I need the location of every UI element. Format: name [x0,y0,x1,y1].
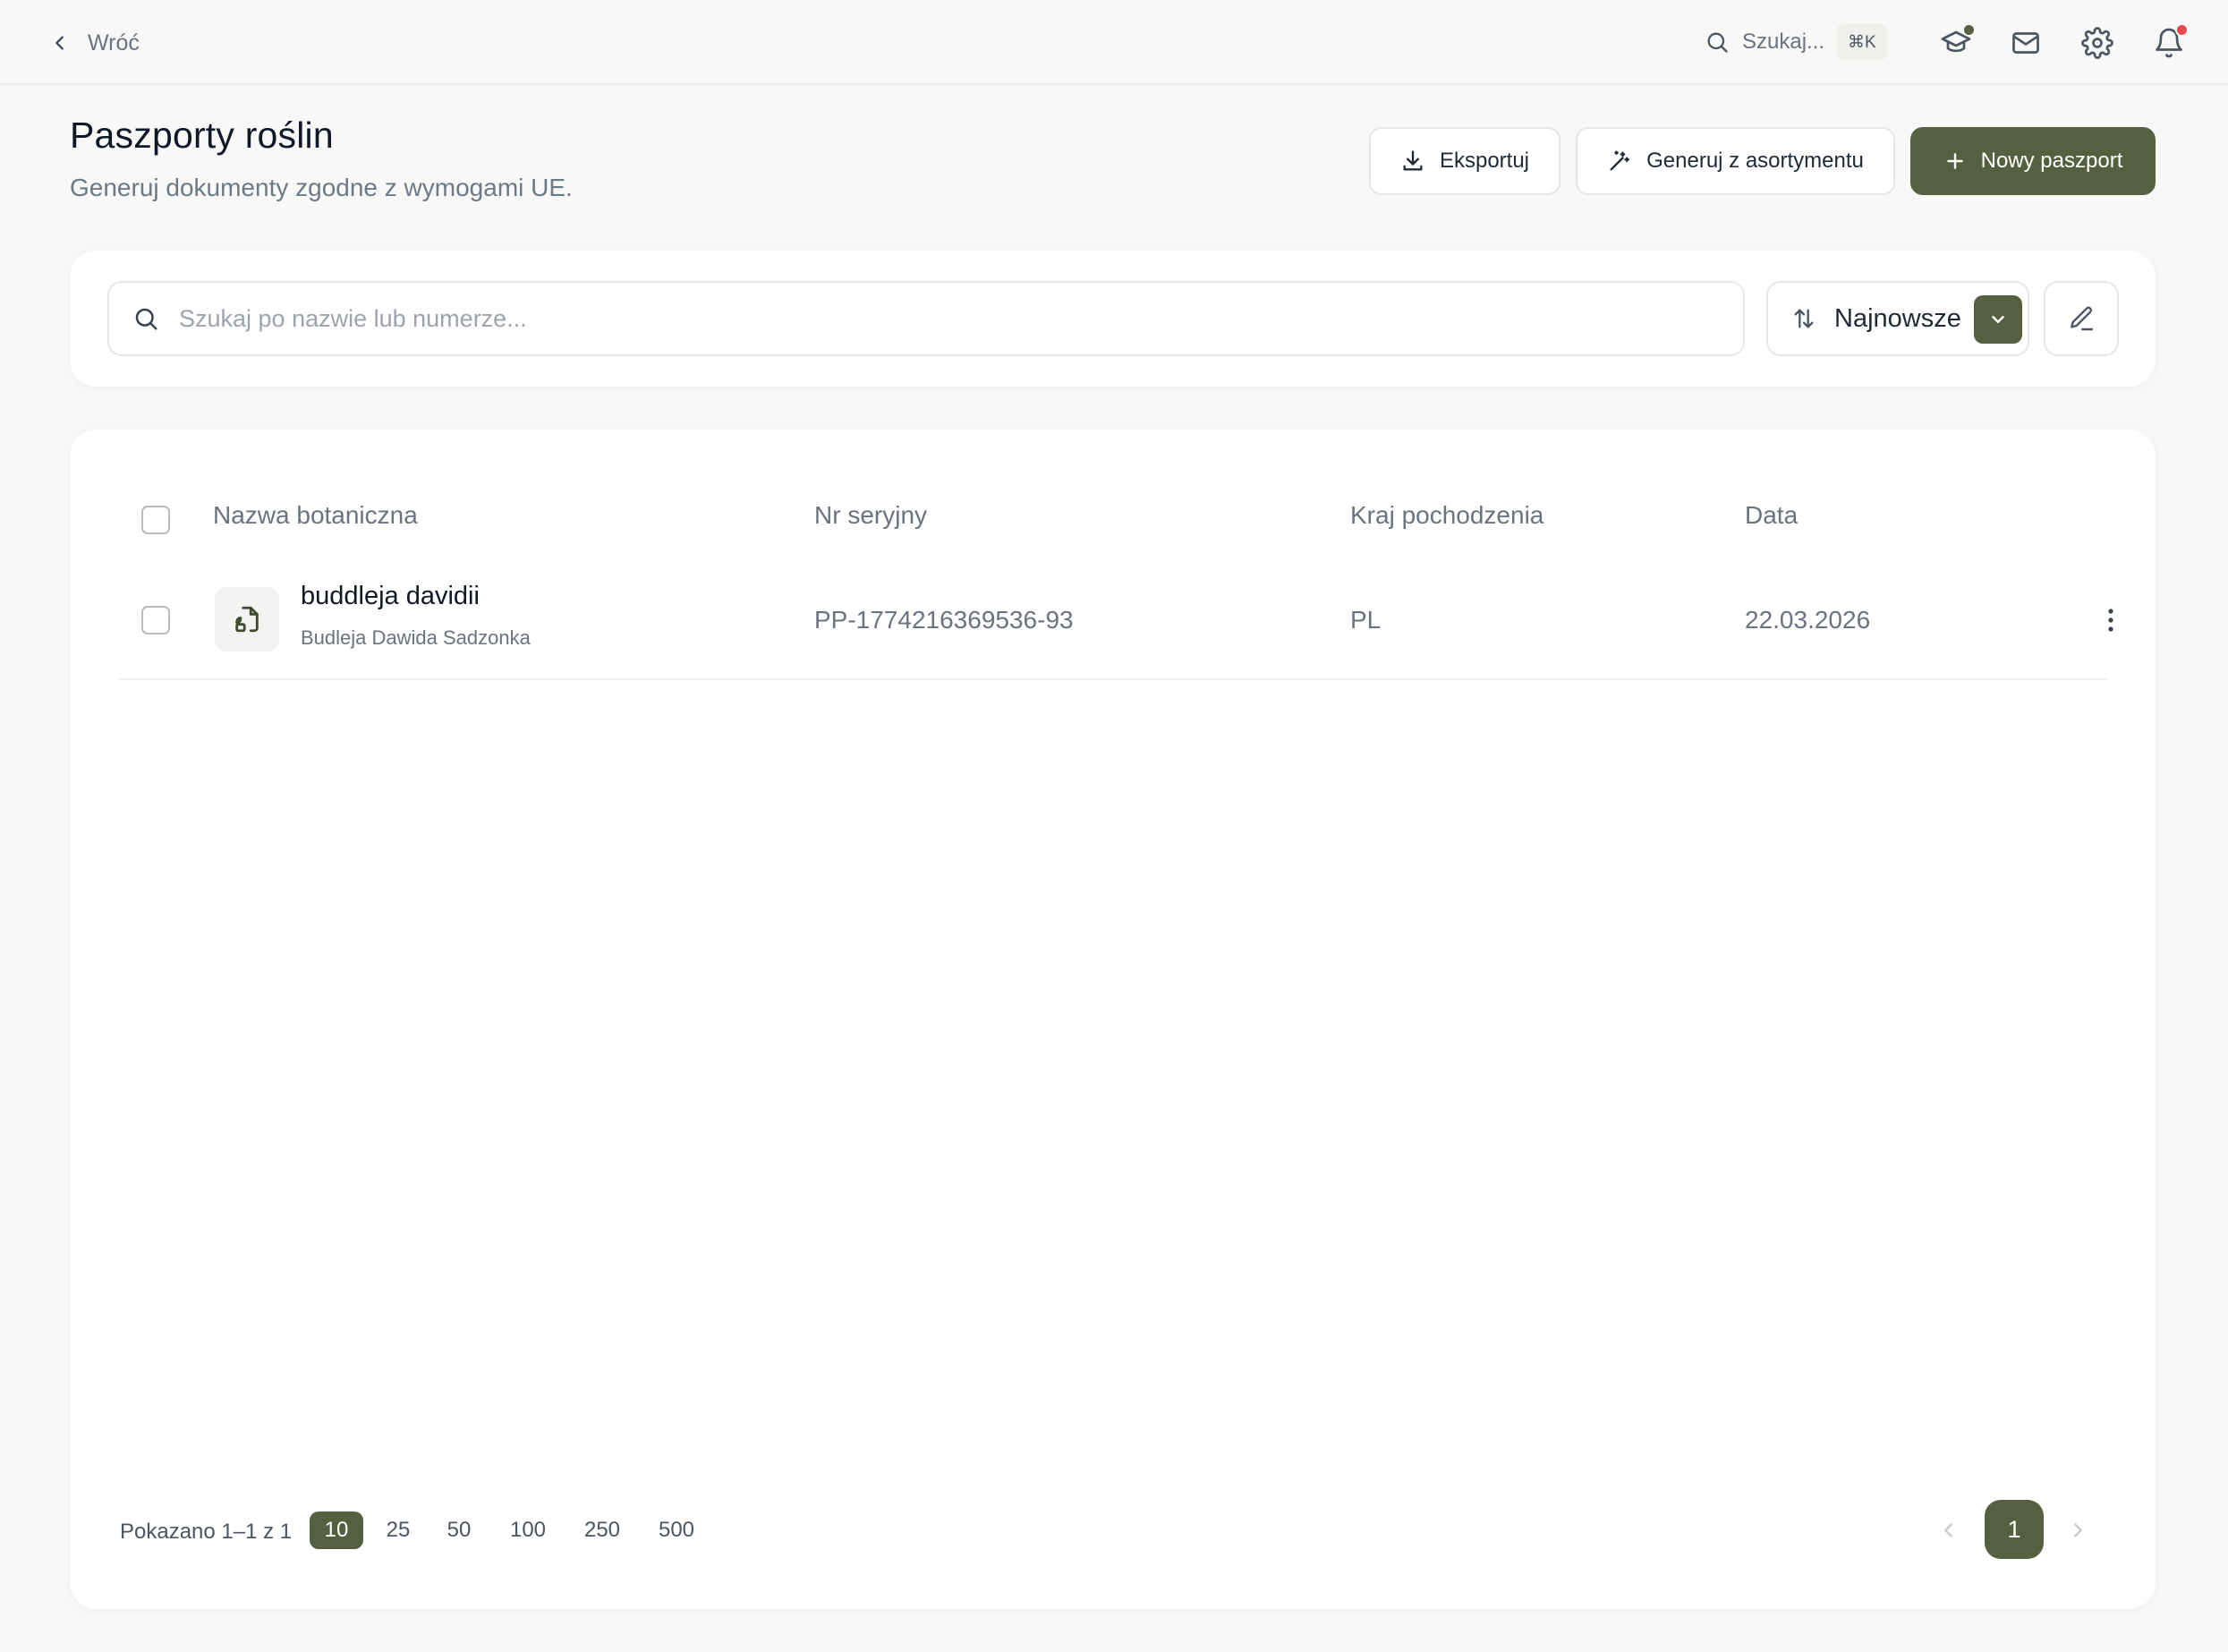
row-actions-button[interactable] [2093,602,2129,638]
pencil-icon [2067,304,2096,333]
search-field[interactable] [107,281,1745,356]
back-button[interactable]: Wróć [50,25,140,61]
search-input[interactable] [179,304,1700,333]
serial-number: PP-1774216369536-93 [814,606,1074,634]
sort-dropdown-toggle[interactable] [1974,295,2022,344]
search-icon [1705,30,1730,55]
botanical-name: buddleja davidii [301,582,480,610]
table-row[interactable]: buddleja davidii Budleja Dawida Sadzonka… [118,564,2113,680]
common-name: Budleja Dawida Sadzonka [301,626,531,649]
select-all-checkbox[interactable] [141,506,170,534]
page-title: Paszporty roślin [70,115,334,156]
chevron-right-icon [2068,1520,2088,1540]
settings-button[interactable] [2074,20,2121,66]
new-passport-label: Nowy paszport [1980,149,2123,173]
column-header-date[interactable]: Data [1745,501,1798,530]
export-button[interactable]: Eksportuj [1369,127,1560,195]
back-label: Wróć [88,30,140,55]
more-vertical-icon [2106,608,2115,633]
messages-button[interactable] [2003,20,2049,66]
notification-badge [2175,23,2189,37]
academy-button[interactable] [1933,20,1979,66]
new-passport-button[interactable]: Nowy paszport [1910,127,2156,195]
search-shortcut-badge: ⌘K [1837,24,1887,60]
search-icon [132,305,159,332]
column-header-serial-number[interactable]: Nr seryjny [814,501,927,530]
gear-icon [2081,27,2113,59]
column-header-botanical-name[interactable]: Nazwa botaniczna [213,501,418,530]
column-header-country[interactable]: Kraj pochodzenia [1350,501,1543,530]
previous-page-button[interactable] [1922,1503,1976,1557]
country-of-origin: PL [1350,606,1382,634]
global-search-label: Szukaj... [1742,30,1825,54]
sort-label: Najnowsze [1834,303,1961,333]
row-checkbox[interactable] [141,606,170,634]
next-page-button[interactable] [2051,1503,2105,1557]
mail-icon [2010,27,2042,59]
plant-passport-icon [215,587,279,651]
passport-date: 22.03.2026 [1745,606,1871,634]
passports-table: Nazwa botaniczna Nr seryjny Kraj pochodz… [70,430,2156,1609]
filter-bar: Najnowsze [70,251,2156,387]
page-size-100[interactable]: 100 [501,1511,555,1549]
page-number-current[interactable]: 1 [1985,1500,2044,1559]
top-bar: Wróć Szukaj... ⌘K [0,0,2228,85]
page-size-50[interactable]: 50 [432,1511,486,1549]
sort-select[interactable]: Najnowsze [1766,281,2029,356]
generate-label: Generuj z asortymentu [1646,149,1864,173]
plus-icon [1943,149,1967,173]
chevron-left-icon [50,33,70,53]
download-icon [1400,149,1425,174]
page-size-500[interactable]: 500 [650,1511,703,1549]
pagination-summary: Pokazano 1–1 z 1 [120,1520,293,1544]
chevron-left-icon [1939,1520,1959,1540]
chevron-down-icon [1988,310,2008,329]
notifications-button[interactable] [2146,20,2192,66]
magic-wand-icon [1607,149,1632,174]
page-size-25[interactable]: 25 [371,1511,425,1549]
edit-columns-button[interactable] [2044,281,2119,356]
sort-arrows-icon [1791,306,1816,331]
page-size-250[interactable]: 250 [575,1511,629,1549]
export-label: Eksportuj [1439,149,1530,173]
global-search-button[interactable]: Szukaj... ⌘K [1705,23,1887,61]
generate-from-assortment-button[interactable]: Generuj z asortymentu [1576,127,1895,195]
page-size-10[interactable]: 10 [310,1511,363,1549]
academy-status-dot [1962,23,1976,37]
page-subtitle: Generuj dokumenty zgodne z wymogami UE. [70,174,573,201]
